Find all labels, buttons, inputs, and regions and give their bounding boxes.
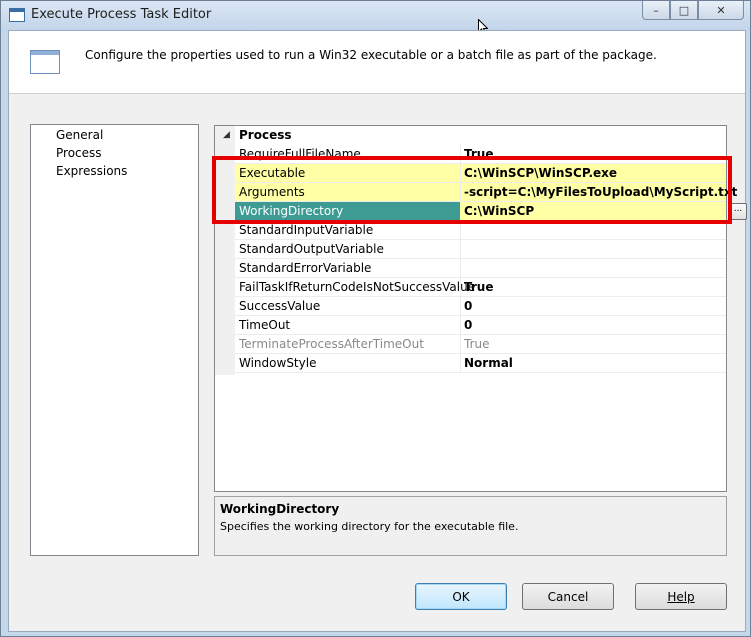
grid-row-windowstyle[interactable]: WindowStyle Normal xyxy=(235,354,726,373)
grid-row-terminateprocessaftertimeout[interactable]: TerminateProcessAfterTimeOut True xyxy=(235,335,726,354)
ok-button[interactable]: OK xyxy=(415,583,507,610)
help-button[interactable]: Help xyxy=(635,583,727,610)
header-divider xyxy=(9,93,745,94)
property-name: TerminateProcessAfterTimeOut xyxy=(239,337,424,351)
column-divider xyxy=(460,354,461,373)
dialog-window: Execute Process Task Editor – □ ✕ Config… xyxy=(0,0,751,637)
window-app-icon xyxy=(9,8,25,22)
grid-row-standarderrorvariable[interactable]: StandardErrorVariable xyxy=(235,259,726,278)
collapse-triangle-icon[interactable]: ◢ xyxy=(223,130,230,140)
cancel-button[interactable]: Cancel xyxy=(522,583,614,610)
grid-row-standardoutputvariable[interactable]: StandardOutputVariable xyxy=(235,240,726,259)
nav-item-process[interactable]: Process xyxy=(56,146,102,160)
property-name: StandardInputVariable xyxy=(239,223,374,237)
close-button[interactable]: ✕ xyxy=(698,1,744,20)
description-panel: WorkingDirectory Specifies the working d… xyxy=(214,496,727,556)
property-name: StandardErrorVariable xyxy=(239,261,372,275)
caption-buttons: – □ ✕ xyxy=(642,1,744,21)
column-divider xyxy=(460,297,461,316)
dialog-client-area: Configure the properties used to run a W… xyxy=(8,30,747,632)
window-icon xyxy=(30,50,60,74)
nav-item-general[interactable]: General xyxy=(56,128,103,142)
row-divider xyxy=(235,372,726,373)
column-divider xyxy=(460,278,461,297)
grid-row-timeout[interactable]: TimeOut 0 xyxy=(235,316,726,335)
dialog-header: Configure the properties used to run a W… xyxy=(9,31,745,93)
annotation-highlight-box xyxy=(212,156,732,224)
property-name: SuccessValue xyxy=(239,299,321,313)
property-name: WindowStyle xyxy=(239,356,317,370)
minimize-button[interactable]: – xyxy=(642,1,670,20)
column-divider xyxy=(460,240,461,259)
maximize-button[interactable]: □ xyxy=(670,1,698,20)
column-divider xyxy=(460,316,461,335)
column-divider xyxy=(460,335,461,354)
group-label: Process xyxy=(239,128,292,142)
grid-group-header[interactable]: ◢ Process xyxy=(223,126,726,145)
header-description: Configure the properties used to run a W… xyxy=(85,48,657,62)
property-name: TimeOut xyxy=(239,318,291,332)
grid-row-failtaskifreturncodeisnotsuccessvalue[interactable]: FailTaskIfReturnCodeIsNotSuccessValue Tr… xyxy=(235,278,726,297)
property-value[interactable]: Normal xyxy=(464,356,513,370)
property-name: FailTaskIfReturnCodeIsNotSuccessValue xyxy=(239,280,476,294)
property-value[interactable]: 0 xyxy=(464,318,472,332)
description-text: Specifies the working directory for the … xyxy=(220,520,519,533)
property-name: StandardOutputVariable xyxy=(239,242,384,256)
title-bar[interactable]: Execute Process Task Editor – □ ✕ xyxy=(1,1,750,36)
description-title: WorkingDirectory xyxy=(220,502,340,516)
grid-row-successvalue[interactable]: SuccessValue 0 xyxy=(235,297,726,316)
nav-item-expressions[interactable]: Expressions xyxy=(56,164,127,178)
property-value[interactable]: 0 xyxy=(464,299,472,313)
nav-list: General Process Expressions xyxy=(30,124,199,556)
column-divider xyxy=(460,259,461,278)
property-value: True xyxy=(464,337,490,351)
window-title: Execute Process Task Editor xyxy=(31,7,212,22)
property-value[interactable]: True xyxy=(464,280,493,294)
